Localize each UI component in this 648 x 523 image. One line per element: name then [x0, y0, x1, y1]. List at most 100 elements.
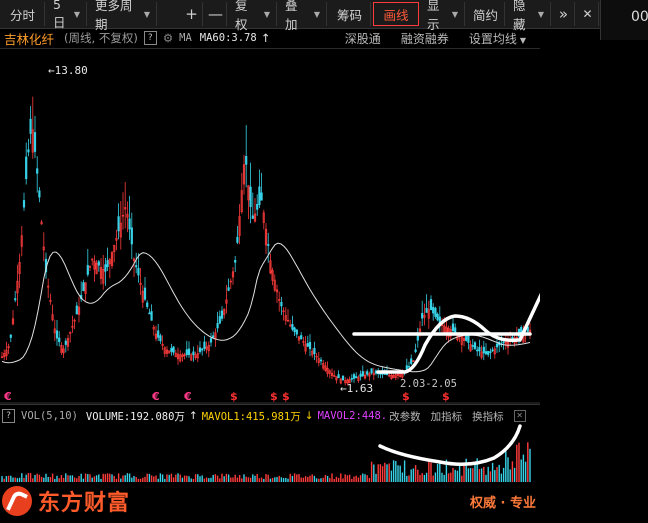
volume-bar: [322, 477, 324, 482]
volume-bar: [450, 472, 452, 482]
event-marker: €: [183, 390, 192, 403]
volume-bar: [359, 475, 362, 482]
volume-bar: [417, 469, 419, 482]
volume-bar: [289, 473, 291, 482]
candle-body: [220, 310, 224, 319]
close-icon[interactable]: ✕: [513, 410, 526, 422]
volume-bar: [71, 475, 74, 482]
volume-bar: [483, 466, 485, 482]
volume-bar: [205, 477, 208, 482]
candle-body: [306, 343, 309, 347]
candle-body: [478, 347, 481, 352]
volume-bar: [82, 478, 85, 482]
volume-bar: [280, 477, 283, 482]
volume-bar: [252, 474, 254, 482]
volume-bar: [18, 477, 21, 482]
candle-body: [432, 306, 435, 314]
volume-bar: [379, 464, 382, 482]
volume-bar: [414, 465, 417, 482]
candle-body: [467, 335, 470, 343]
volume-bar: [249, 477, 252, 482]
candle-body: [407, 366, 411, 368]
volume-bar: [51, 473, 54, 482]
volume-bar: [489, 471, 492, 482]
candle-body: [104, 264, 107, 272]
volume-bar: [346, 475, 349, 482]
candle-body: [146, 302, 149, 307]
candle-body: [245, 155, 248, 165]
volume-bar: [258, 478, 261, 482]
volume-bar: [219, 478, 221, 482]
volume-bar: [256, 474, 258, 482]
volume-bar: [128, 473, 131, 482]
volume-bar: [179, 474, 181, 482]
volume-bar: [423, 474, 426, 482]
candle-body: [86, 265, 89, 275]
candle-body: [471, 345, 474, 347]
volume-bar: [7, 475, 10, 482]
volume-bar: [384, 462, 386, 482]
drawn-volume-curve: [378, 424, 522, 466]
volume-bar: [366, 475, 368, 482]
volume-bar: [282, 478, 285, 482]
low-price-label: ←1.63: [340, 382, 373, 395]
volume-bar: [192, 478, 195, 482]
candle-body: [25, 156, 28, 180]
volume-bar: [357, 477, 360, 482]
volume-bar: [166, 474, 168, 482]
volume-bar: [524, 461, 527, 482]
volume-bar: [511, 461, 514, 482]
volume-bar: [45, 473, 47, 482]
candle-body: [22, 200, 26, 208]
candle-body: [429, 299, 433, 310]
candle-body: [410, 358, 413, 364]
candle-body: [319, 359, 323, 362]
mavol1-value: MAVOL1:415.981万: [201, 410, 301, 423]
volume-bar: [395, 461, 397, 482]
volume-bar: [447, 473, 450, 482]
volume-bar: [177, 473, 179, 482]
volume-bar: [333, 478, 335, 482]
volume-bar: [271, 477, 274, 482]
volume-help-icon[interactable]: ?: [2, 409, 15, 423]
volume-bar: [170, 473, 173, 482]
vol-label[interactable]: VOL(5,10): [21, 410, 78, 422]
volume-bar: [373, 464, 375, 482]
add-indicator-link[interactable]: 加指标: [431, 409, 463, 424]
volume-bar: [208, 478, 210, 482]
volume-bar: [408, 475, 410, 482]
volume-bar: [265, 474, 267, 482]
switch-indicator-link[interactable]: 换指标: [472, 409, 504, 424]
candle-body: [192, 351, 195, 356]
volume-bar: [221, 473, 223, 482]
volume-bar: [32, 478, 34, 482]
volume-bar: [513, 467, 516, 482]
candle-body: [414, 349, 417, 352]
volume-bar: [232, 477, 234, 482]
candle-body: [201, 348, 204, 351]
candle-body: [9, 334, 12, 338]
volume-bar: [494, 470, 496, 482]
candle-body: [434, 307, 437, 317]
volume-bar: [480, 468, 483, 482]
candle-body: [135, 265, 138, 268]
volume-bar: [529, 448, 531, 482]
volume-bar: [150, 475, 153, 482]
volume-bar: [263, 478, 265, 482]
volume-bar: [430, 462, 432, 482]
volume-bar: [274, 477, 276, 482]
change-params-link[interactable]: 改参数: [389, 409, 421, 424]
event-marker: €: [151, 390, 160, 403]
volume-bar: [181, 477, 184, 482]
volume-bar: [49, 477, 52, 482]
volume-bar: [254, 475, 256, 482]
candle-body: [157, 330, 160, 338]
volume-bar: [197, 474, 199, 482]
volume-bar: [296, 474, 298, 482]
candle-body: [489, 351, 492, 353]
volume-bar: [458, 463, 461, 482]
volume-bar: [267, 474, 269, 482]
candle-body: [337, 374, 340, 379]
volume-bar: [412, 468, 415, 482]
volume-bar: [520, 459, 522, 482]
